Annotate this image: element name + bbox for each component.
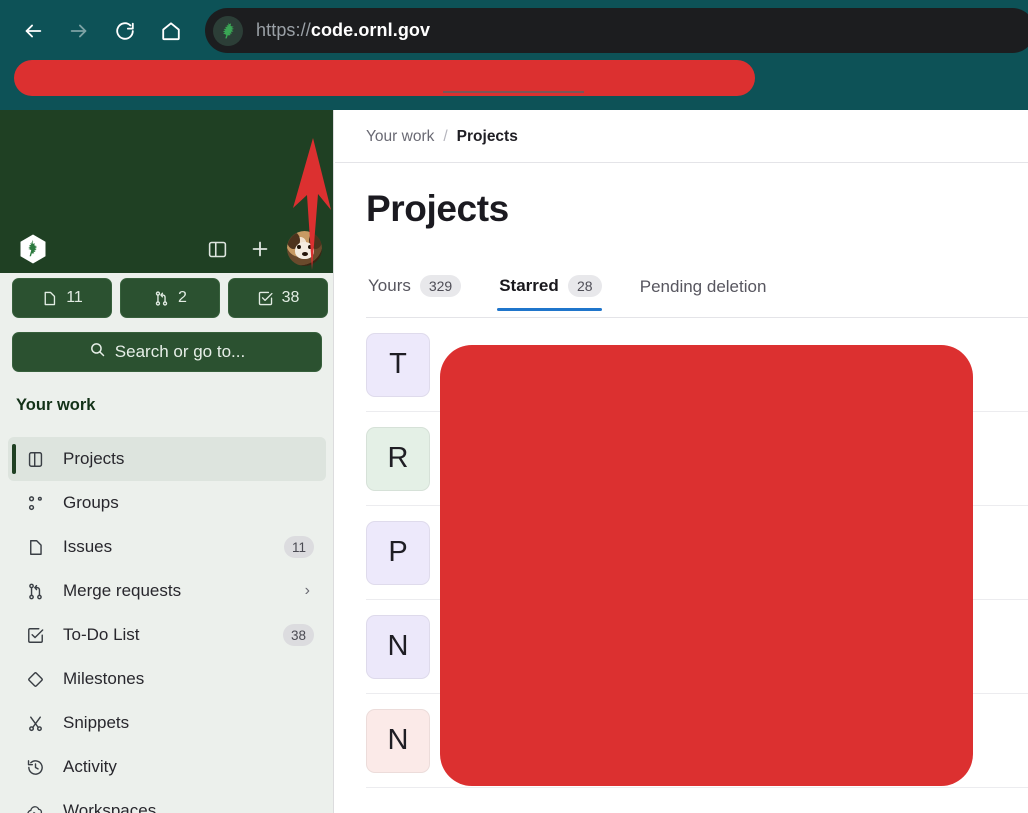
sidebar-stat-pills: 11 2 38 [12, 278, 328, 318]
sidebar-item-label: Merge requests [63, 581, 182, 600]
stat-pill-issues[interactable]: 11 [12, 278, 112, 318]
back-button[interactable] [16, 14, 50, 48]
projects-icon [24, 448, 46, 470]
ornl-leaf-favicon [213, 15, 243, 46]
sidebar-item-merge-requests[interactable]: Merge requests › [8, 569, 326, 613]
project-avatar: N [366, 614, 430, 679]
sidebar-item-label: Workspaces [63, 801, 157, 813]
sidebar-section-title: Your work [16, 396, 96, 414]
home-button[interactable] [154, 14, 188, 48]
project-tabs: Yours 329 Starred 28 Pending deletion [366, 275, 802, 311]
snippet-scissors-icon [24, 712, 46, 734]
project-avatar: T [366, 332, 430, 397]
merge-request-icon [153, 290, 170, 307]
reload-button[interactable] [108, 14, 142, 48]
tab-label: Yours [368, 276, 411, 295]
url-scheme: https:// [256, 20, 311, 40]
sidebar-item-snippets[interactable]: Snippets [8, 701, 326, 745]
todo-check-icon [24, 624, 46, 646]
breadcrumb-divider [335, 162, 1028, 163]
redaction-block-project-names [440, 345, 973, 786]
milestone-icon [24, 668, 46, 690]
chevron-right-icon: › [304, 582, 310, 599]
project-avatar: P [366, 520, 430, 585]
workspaces-cloud-icon [24, 800, 46, 813]
tab-count: 28 [567, 275, 602, 297]
sidebar-item-projects[interactable]: Projects [8, 437, 326, 481]
sidebar-item-label: Projects [63, 449, 125, 468]
create-new-button[interactable] [243, 232, 277, 266]
sidebar-item-label: Snippets [63, 713, 130, 732]
sidebar-item-label: Groups [63, 493, 119, 512]
tab-yours[interactable]: Yours 329 [366, 275, 479, 311]
project-avatar: R [366, 426, 430, 491]
breadcrumb-parent[interactable]: Your work [366, 128, 434, 146]
sidebar-item-label: Issues [63, 537, 113, 556]
user-avatar-dog[interactable] [287, 231, 322, 266]
sidebar-item-issues[interactable]: Issues 11 [8, 525, 326, 569]
sidebar-nav-list: Projects Groups Issues 11 Merge requests… [8, 437, 326, 813]
avatar-nose [302, 252, 308, 256]
tab-pending-deletion[interactable]: Pending deletion [638, 277, 785, 311]
sidebar-item-label: Milestones [63, 669, 145, 688]
search-placeholder: Search or go to... [114, 342, 246, 361]
page-title: Projects [366, 188, 509, 229]
sidebar-item-groups[interactable]: Groups [8, 481, 326, 525]
stat-count-merge-requests: 2 [178, 289, 187, 306]
stat-pill-todos[interactable]: 38 [228, 278, 328, 318]
sidebar-item-milestones[interactable]: Milestones [8, 657, 326, 701]
search-icon [89, 341, 106, 363]
sidebar-item-badge: 11 [283, 536, 314, 558]
project-avatar: N [366, 708, 430, 773]
breadcrumb-current: Projects [456, 128, 518, 145]
screenshot-root: https://code.ornl.gov 11 2 38 Search or … [0, 0, 1028, 813]
tab-starred[interactable]: Starred 28 [497, 275, 620, 311]
breadcrumb-separator: / [443, 128, 448, 145]
sidebar-panel-toggle-button[interactable] [200, 232, 234, 266]
issue-icon [24, 536, 46, 558]
sidebar-item-activity[interactable]: Activity [8, 745, 326, 789]
ornl-oak-leaf-logo[interactable] [12, 230, 54, 268]
url-bar[interactable]: https://code.ornl.gov [205, 8, 1028, 53]
tab-count: 329 [419, 275, 462, 297]
groups-icon [24, 492, 46, 514]
merge-request-icon [24, 580, 46, 602]
tab-label: Starred [499, 276, 559, 295]
stat-pill-merge-requests[interactable]: 2 [120, 278, 220, 318]
search-input[interactable]: Search or go to... [12, 332, 322, 372]
tab-label: Pending deletion [639, 277, 767, 296]
sidebar-header: 11 2 38 Search or go to... [0, 110, 333, 372]
activity-history-icon [24, 756, 46, 778]
browser-chrome: https://code.ornl.gov [0, 0, 1028, 110]
forward-button[interactable] [62, 14, 96, 48]
avatar-eye-left [297, 245, 301, 249]
redaction-bar-bookmarks [14, 60, 755, 96]
stat-count-todos: 38 [281, 289, 300, 306]
sidebar-item-workspaces[interactable]: Workspaces [8, 789, 326, 813]
sidebar-item-badge: 38 [282, 624, 314, 646]
issue-icon [41, 290, 58, 307]
avatar-eye-right [308, 245, 312, 249]
sidebar-item-label: To-Do List [63, 625, 140, 644]
stat-count-issues: 11 [66, 289, 83, 306]
url-text: https://code.ornl.gov [256, 20, 430, 41]
url-host: code.ornl.gov [310, 20, 431, 40]
gitlab-sidebar: 11 2 38 Search or go to... Your work Pro… [0, 110, 334, 813]
redaction-underline-hint [443, 91, 584, 93]
breadcrumb: Your work / Projects [366, 128, 518, 146]
sidebar-item-label: Activity [63, 757, 117, 776]
sidebar-item-todo-list[interactable]: To-Do List 38 [8, 613, 326, 657]
todo-check-icon [257, 290, 274, 307]
